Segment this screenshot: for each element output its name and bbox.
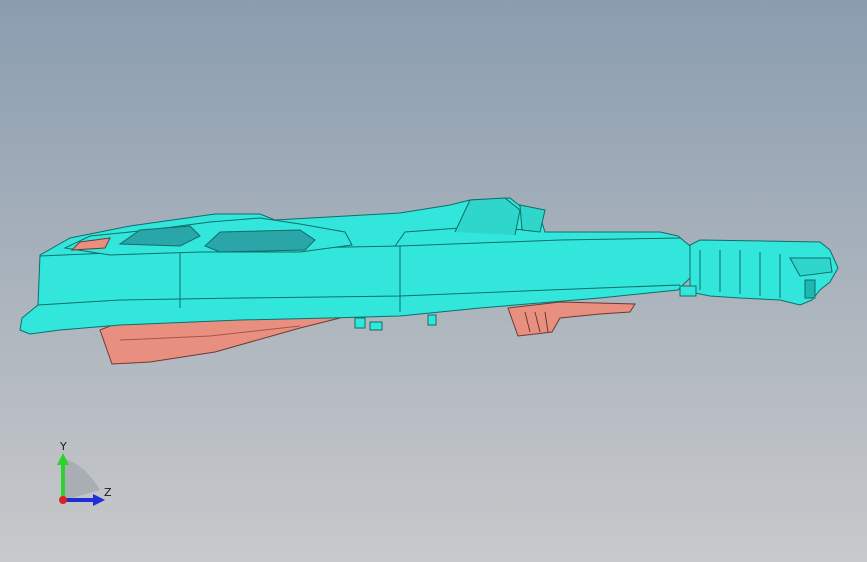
axis-triad [57, 453, 105, 506]
y-axis-label: Y [60, 440, 67, 453]
y-axis-arrowhead [57, 453, 69, 465]
triad-quarter-disc [65, 459, 100, 500]
z-axis-label: Z [104, 486, 112, 499]
cad-3d-viewport[interactable]: Y Z [0, 0, 867, 562]
x-axis-point [59, 496, 67, 504]
